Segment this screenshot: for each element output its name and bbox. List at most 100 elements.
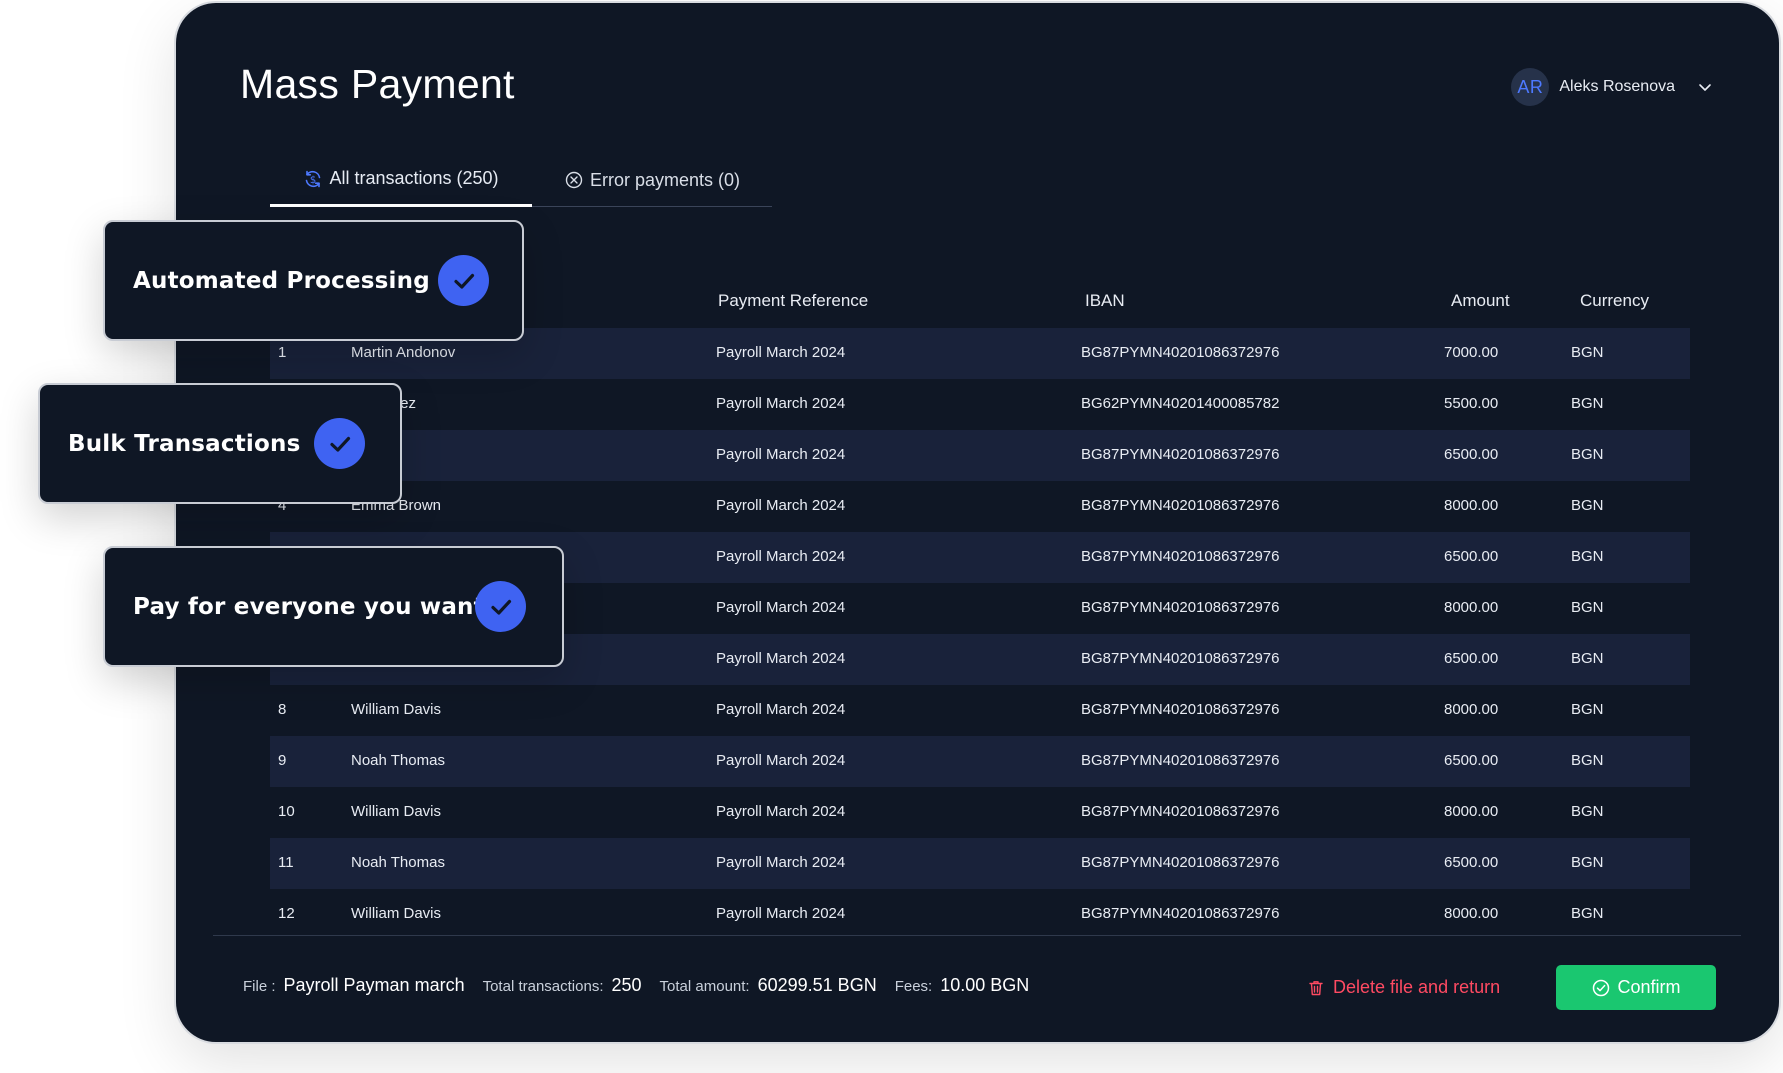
currency-cell: BGN	[1571, 497, 1604, 514]
table-row[interactable]: 8 William Davis Payroll March 2024 BG87PYMN…	[270, 685, 1690, 736]
payment-reference: Payroll March 2024	[716, 548, 846, 565]
confirm-button[interactable]: Confirm	[1556, 965, 1716, 1010]
payment-reference: Payroll March 2024	[716, 650, 846, 667]
tab-all-transactions[interactable]: $ All transactions (250)	[270, 153, 532, 207]
currency-cell: BGN	[1571, 446, 1604, 463]
tab-label: All transactions (250)	[329, 168, 499, 188]
payment-reference: Payroll March 2024	[716, 344, 846, 361]
beneficiary-name: Noah Thomas	[351, 752, 445, 769]
table-row[interactable]: 9 Noah Thomas Payroll March 2024 BG87PYMN40…	[270, 736, 1690, 787]
currency-cell: BGN	[1571, 650, 1604, 667]
feature-card-bulk-transactions: Bulk Transactions	[38, 383, 402, 504]
feature-label: Pay for everyone you want	[133, 593, 485, 620]
fees-label: Fees:	[894, 978, 933, 995]
fees-value: 10.00 BGN	[940, 975, 1030, 995]
column-header-iban[interactable]: IBAN	[1085, 291, 1125, 311]
feature-card-pay-for-everyone: Pay for everyone you want	[103, 546, 564, 667]
iban-cell: BG87PYMN40201086372976	[1081, 650, 1280, 667]
iban-cell: BG87PYMN40201086372976	[1081, 803, 1280, 820]
amount-cell: 8000.00	[1444, 701, 1499, 718]
confirm-label: Confirm	[1617, 977, 1681, 997]
total-transactions-label: Total transactions:	[482, 978, 604, 995]
row-number: 11	[278, 854, 294, 871]
check-circle-icon	[1593, 979, 1610, 996]
amount-cell: 5500.00	[1444, 395, 1499, 412]
tab-error-payments[interactable]: Error payments (0)	[532, 153, 772, 207]
currency-cell: BGN	[1571, 701, 1604, 718]
amount-cell: 6500.00	[1444, 446, 1499, 463]
payment-reference: Payroll March 2024	[716, 701, 846, 718]
svg-text:$: $	[310, 175, 316, 186]
payment-reference: Payroll March 2024	[716, 854, 846, 871]
table-row[interactable]: 3homasPayroll March 2024BG87PYMN40201086…	[270, 430, 1690, 481]
feature-label: Bulk Transactions	[68, 430, 301, 457]
iban-cell: BG87PYMN40201086372976	[1081, 752, 1280, 769]
beneficiary-name: Martin Andonov	[351, 344, 456, 361]
column-header-amount[interactable]: Amount	[1451, 291, 1510, 311]
row-number: 8	[278, 701, 287, 718]
table-row[interactable]: 2l MartinezPayroll March 2024BG62PYMN402…	[270, 379, 1690, 430]
file-name: Payroll Payman march	[283, 975, 465, 995]
amount-cell: 8000.00	[1444, 803, 1499, 820]
total-amount-value: 60299.51 BGN	[757, 975, 877, 995]
column-header-reference[interactable]: Payment Reference	[718, 291, 868, 311]
mass-payment-panel: Mass Payment AR Aleks Rosenova $ All tra…	[176, 3, 1779, 1042]
iban-cell: BG87PYMN40201086372976	[1081, 854, 1280, 871]
iban-cell: BG87PYMN40201086372976	[1081, 497, 1280, 514]
amount-cell: 6500.00	[1444, 854, 1499, 871]
delete-label: Delete file and return	[1333, 977, 1501, 997]
tab-label: Error payments (0)	[589, 169, 741, 190]
row-number: 10	[278, 803, 295, 820]
trash-icon	[1309, 980, 1323, 995]
iban-cell: BG87PYMN40201086372976	[1081, 599, 1280, 616]
payment-reference: Payroll March 2024	[716, 905, 846, 922]
row-number: 12	[278, 905, 295, 922]
iban-cell: BG87PYMN40201086372976	[1081, 344, 1280, 361]
row-number: 9	[278, 752, 287, 769]
column-header-currency[interactable]: Currency	[1580, 291, 1649, 311]
amount-cell: 6500.00	[1444, 752, 1499, 769]
feature-label: Automated Processing	[133, 267, 430, 294]
iban-cell: BG62PYMN40201400085782	[1081, 395, 1280, 412]
currency-cell: BGN	[1571, 803, 1604, 820]
table-row[interactable]: 4 Emma Brown Payroll March 2024 BG87PYMN402…	[270, 481, 1690, 532]
chevron-down-icon	[1699, 84, 1711, 91]
beneficiary-name: William Davis	[351, 701, 441, 718]
tab-bar: $ All transactions (250) Error payments …	[270, 153, 772, 207]
currency-cell: BGN	[1571, 854, 1604, 871]
check-icon	[314, 418, 365, 469]
payment-reference: Payroll March 2024	[716, 497, 846, 514]
row-number: 1	[278, 344, 287, 361]
feature-card-automated-processing: Automated Processing	[103, 220, 524, 341]
payment-reference: Payroll March 2024	[716, 752, 846, 769]
delete-file-button[interactable]: Delete file and return	[1307, 977, 1500, 998]
user-menu[interactable]: AR Aleks Rosenova	[1511, 67, 1713, 107]
currency-cell: BGN	[1571, 395, 1604, 412]
avatar: AR	[1511, 68, 1550, 106]
iban-cell: BG87PYMN40201086372976	[1081, 446, 1280, 463]
table-row[interactable]: 12 William Davis Payroll March 2024 BG87PYM…	[270, 889, 1690, 940]
currency-cell: BGN	[1571, 599, 1604, 616]
user-name: Aleks Rosenova	[1559, 78, 1675, 95]
beneficiary-name: William Davis	[351, 803, 441, 820]
amount-cell: 7000.00	[1444, 344, 1499, 361]
amount-cell: 6500.00	[1444, 650, 1499, 667]
file-summary: File : Payroll Payman march Total transa…	[243, 975, 1039, 1003]
table-row[interactable]: 11 Noah Thomas Payroll March 2024 BG87PYMN4…	[270, 838, 1690, 889]
x-circle-icon	[565, 171, 583, 189]
currency-cell: BGN	[1571, 548, 1604, 565]
beneficiary-name: William Davis	[351, 905, 441, 922]
check-icon	[475, 581, 526, 632]
table-row[interactable]: 10 William Davis Payroll March 2024 BG87PYM…	[270, 787, 1690, 838]
refresh-dollar-icon: $	[306, 170, 321, 187]
check-icon	[438, 255, 489, 306]
amount-cell: 8000.00	[1444, 497, 1499, 514]
payment-reference: Payroll March 2024	[716, 446, 846, 463]
total-transactions-value: 250	[611, 975, 642, 995]
beneficiary-name: Noah Thomas	[351, 854, 445, 871]
amount-cell: 8000.00	[1444, 599, 1499, 616]
currency-cell: BGN	[1571, 344, 1604, 361]
amount-cell: 8000.00	[1444, 905, 1499, 922]
amount-cell: 6500.00	[1444, 548, 1499, 565]
payment-reference: Payroll March 2024	[716, 803, 846, 820]
